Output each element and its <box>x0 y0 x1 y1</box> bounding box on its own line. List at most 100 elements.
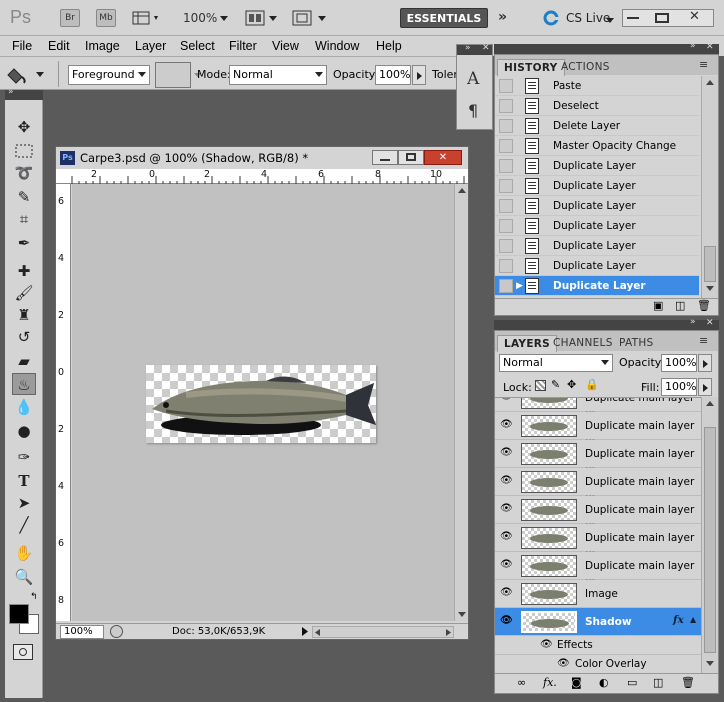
collapse-panels-icon[interactable]: » <box>690 41 696 51</box>
mini-bridge-button[interactable]: Mb <box>96 9 116 27</box>
swap-colors-icon[interactable]: ↰ <box>30 592 38 602</box>
history-item[interactable]: Delete Layer <box>495 116 699 136</box>
lasso-tool-icon[interactable]: ➰ <box>12 162 36 184</box>
menu-select[interactable]: Select <box>180 39 215 53</box>
path-selection-tool-icon[interactable]: ➤ <box>12 492 36 514</box>
history-brush-tool-icon[interactable]: ↺ <box>12 326 36 348</box>
layer-opacity-input[interactable]: 100% <box>661 354 697 372</box>
eraser-tool-icon[interactable]: ▰ <box>12 350 36 372</box>
close-panel-group-icon[interactable]: ✕ <box>706 42 714 52</box>
cs-live-button[interactable]: CS Live <box>566 11 610 25</box>
lock-transparency-icon[interactable] <box>535 380 546 391</box>
blur-tool-icon[interactable]: 💧 <box>12 396 36 418</box>
opacity-input[interactable]: 100% <box>375 65 411 85</box>
layer-row[interactable]: 👁Duplicate main layer ... <box>495 398 701 416</box>
paint-bucket-tool-icon[interactable]: ♨ <box>12 373 36 395</box>
history-item[interactable]: Duplicate Layer <box>495 236 699 256</box>
tool-preset-picker[interactable] <box>6 63 46 85</box>
view-extras-button[interactable] <box>132 10 162 26</box>
status-zoom-input[interactable]: 100% <box>60 625 104 639</box>
menu-filter[interactable]: Filter <box>229 39 257 53</box>
eye-icon[interactable]: 👁 <box>500 504 513 514</box>
bridge-button[interactable]: Br <box>60 9 80 27</box>
effects-row[interactable]: 👁 Effects <box>495 636 701 655</box>
history-snapshot-checkbox[interactable] <box>499 99 513 113</box>
history-snapshot-checkbox[interactable] <box>499 279 513 293</box>
opacity-slider-button[interactable] <box>412 65 426 85</box>
healing-brush-tool-icon[interactable]: ✚ <box>12 260 36 282</box>
history-item[interactable]: Duplicate Layer <box>495 176 699 196</box>
document-title-bar[interactable]: Ps Carpe3.psd @ 100% (Shadow, RGB/8) * ✕ <box>56 147 468 169</box>
type-tool-icon[interactable]: T <box>12 470 36 492</box>
menu-layer[interactable]: Layer <box>135 39 166 53</box>
eye-icon[interactable]: 👁 <box>500 448 513 458</box>
layer-row[interactable]: 👁Duplicate main layer ... <box>495 440 701 472</box>
horizontal-ruler[interactable]: 2 0 2 4 6 8 10 <box>56 169 468 184</box>
trash-icon[interactable]: 🗑 <box>681 676 695 689</box>
fill-source-select[interactable]: Foreground <box>68 65 150 85</box>
history-scrollbar[interactable] <box>701 76 718 298</box>
close-panel-group-icon[interactable]: ✕ <box>706 318 714 328</box>
marquee-tool-icon[interactable] <box>12 140 36 162</box>
eye-icon[interactable]: 👁 <box>500 532 513 542</box>
new-document-from-state-icon[interactable]: ▣ <box>653 299 663 312</box>
trash-icon[interactable]: 🗑 <box>697 299 711 312</box>
line-tool-icon[interactable]: ╱ <box>12 514 36 536</box>
history-snapshot-checkbox[interactable] <box>499 79 513 93</box>
quick-selection-tool-icon[interactable]: ✎ <box>12 186 36 208</box>
eyedropper-tool-icon[interactable]: ✒ <box>12 232 36 254</box>
menu-window[interactable]: Window <box>315 39 359 53</box>
history-snapshot-checkbox[interactable] <box>499 159 513 173</box>
layer-fill-slider-button[interactable] <box>698 378 712 396</box>
history-item[interactable]: Deselect <box>495 96 699 116</box>
history-item[interactable]: Duplicate Layer <box>495 196 699 216</box>
link-layers-icon[interactable]: ∞ <box>517 676 526 689</box>
adjustment-layer-icon[interactable]: ◐ <box>599 676 609 689</box>
layer-effects-fx-icon[interactable]: fx <box>673 614 684 626</box>
add-layer-style-icon[interactable]: fx. <box>543 676 557 689</box>
new-layer-icon[interactable]: ◫ <box>653 676 663 689</box>
close-icon[interactable]: ✕ <box>689 9 700 24</box>
collapse-panels-icon[interactable]: » <box>690 317 696 327</box>
clone-stamp-tool-icon[interactable]: ♜ <box>12 304 36 326</box>
dodge-tool-icon[interactable]: ● <box>12 420 36 442</box>
layers-scrollbar[interactable] <box>701 397 718 673</box>
vertical-scrollbar[interactable] <box>454 184 468 621</box>
layer-row-selected[interactable]: 👁 Shadow fx ▲ <box>495 608 701 636</box>
vertical-ruler[interactable]: 6 4 2 0 2 4 6 8 <box>56 184 71 621</box>
lock-pixels-icon[interactable]: ✎ <box>551 378 560 391</box>
history-item[interactable]: Paste <box>495 76 699 96</box>
more-workspaces-icon[interactable]: » <box>498 9 507 25</box>
tab-actions[interactable]: ACTIONS <box>555 59 616 76</box>
quick-mask-icon[interactable] <box>13 644 33 660</box>
eye-icon[interactable]: 👁 <box>500 560 513 570</box>
layer-row[interactable]: 👁Duplicate main layer ... <box>495 552 701 584</box>
screen-mode-button[interactable] <box>292 10 328 26</box>
tab-paths[interactable]: PATHS <box>613 335 660 352</box>
eye-icon[interactable]: 👁 <box>500 588 513 598</box>
menu-file[interactable]: File <box>12 39 32 53</box>
move-tool-icon[interactable]: ✥ <box>12 116 36 138</box>
history-snapshot-checkbox[interactable] <box>499 219 513 233</box>
layer-blend-mode-select[interactable]: Normal <box>499 354 613 372</box>
status-menu-arrow-icon[interactable] <box>302 627 308 636</box>
toolbox-expand-icon[interactable]: » <box>8 87 14 97</box>
workspace-essentials-button[interactable]: ESSENTIALS <box>400 8 488 28</box>
blend-mode-select[interactable]: Normal <box>229 65 327 85</box>
doc-minimize-button[interactable] <box>372 150 398 165</box>
history-item-selected[interactable]: ▶ Duplicate Layer <box>495 276 699 296</box>
history-snapshot-checkbox[interactable] <box>499 239 513 253</box>
panel-menu-icon[interactable]: ≡ <box>699 334 708 347</box>
layer-row[interactable]: 👁Duplicate main layer ... <box>495 412 701 444</box>
paragraph-panel-icon[interactable]: ¶ <box>468 101 478 120</box>
brush-tool-icon[interactable]: 🖌 <box>12 282 36 304</box>
minimize-icon[interactable] <box>627 17 639 19</box>
pen-tool-icon[interactable]: ✑ <box>12 446 36 468</box>
scroll-thumb[interactable] <box>704 246 716 282</box>
layer-row[interactable]: 👁Duplicate main layer ... <box>495 496 701 528</box>
arrange-documents-button[interactable] <box>245 10 279 26</box>
color-overlay-row[interactable]: 👁 Color Overlay <box>495 655 701 673</box>
layer-opacity-slider-button[interactable] <box>698 354 712 372</box>
panel-menu-icon[interactable]: ≡ <box>699 58 708 71</box>
add-mask-icon[interactable]: ◙ <box>571 676 582 689</box>
